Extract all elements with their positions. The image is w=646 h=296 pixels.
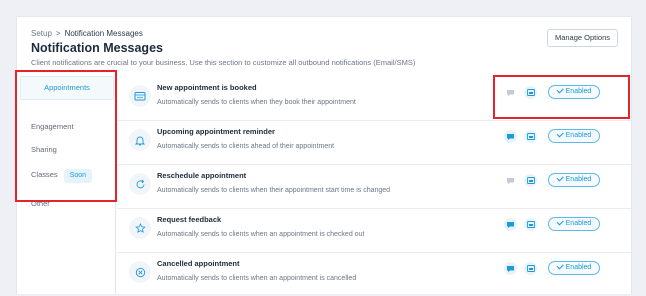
email-toggle-icon[interactable]: [524, 86, 537, 99]
email-toggle-icon[interactable]: [524, 262, 537, 275]
notification-description: Automatically sends to clients when they…: [157, 99, 356, 106]
page-title: Notification Messages: [31, 41, 163, 55]
notification-row-new-appointment[interactable]: New appointment is booked Automatically …: [117, 77, 631, 121]
notification-title: Request feedback: [157, 215, 222, 224]
refresh-icon: [129, 173, 151, 195]
sms-toggle-icon[interactable]: [504, 174, 517, 187]
breadcrumb-current: Notification Messages: [64, 29, 143, 38]
check-icon: [556, 173, 563, 181]
calendar-icon: [129, 85, 151, 107]
sidebar-item-label: Appointments: [44, 83, 90, 92]
notification-title: New appointment is booked: [157, 83, 257, 92]
enabled-toggle[interactable]: Enabled: [548, 129, 600, 143]
status-label: Enabled: [565, 132, 592, 139]
notification-row-reminder[interactable]: Upcoming appointment reminder Automatica…: [117, 121, 631, 165]
cancel-icon: [129, 261, 151, 283]
soon-badge: Soon: [63, 169, 93, 183]
notification-description: Automatically sends to clients when thei…: [157, 187, 391, 194]
notification-description: Automatically sends to clients when an a…: [157, 275, 357, 282]
sidebar-item-appointments[interactable]: Appointments: [20, 76, 114, 100]
notification-title: Reschedule appointment: [157, 171, 247, 180]
sidebar-item-other[interactable]: Other: [31, 199, 50, 208]
email-toggle-icon[interactable]: [524, 218, 537, 231]
settings-card: Setup > Notification Messages Notification…: [16, 16, 632, 294]
sidebar-item-engagement[interactable]: Engagement: [31, 122, 74, 131]
sms-toggle-icon[interactable]: [504, 130, 517, 143]
email-toggle-icon[interactable]: [524, 174, 537, 187]
bell-icon: [129, 129, 151, 151]
enabled-toggle[interactable]: Enabled: [548, 261, 600, 275]
breadcrumb-setup[interactable]: Setup: [31, 29, 52, 38]
breadcrumb-separator: >: [55, 29, 61, 38]
notification-description: Automatically sends to clients ahead of …: [157, 143, 335, 150]
notification-row-reschedule[interactable]: Reschedule appointment Automatically sen…: [117, 165, 631, 209]
sidebar-item-classes[interactable]: Classes Soon: [31, 169, 93, 183]
email-toggle-icon[interactable]: [524, 130, 537, 143]
sms-toggle-icon[interactable]: [504, 86, 517, 99]
sidebar: Appointments Engagement Sharing Classes S…: [17, 72, 116, 294]
enabled-toggle[interactable]: Enabled: [548, 217, 600, 231]
check-icon: [556, 85, 563, 93]
star-icon: [129, 217, 151, 239]
page-subtitle: Client notifications are crucial to your…: [31, 58, 416, 67]
notification-title: Upcoming appointment reminder: [157, 127, 275, 136]
notification-row-feedback[interactable]: Request feedback Automatically sends to …: [117, 209, 631, 253]
check-icon: [556, 129, 563, 137]
enabled-toggle[interactable]: Enabled: [548, 173, 600, 187]
status-label: Enabled: [565, 264, 592, 271]
enabled-toggle[interactable]: Enabled: [548, 85, 600, 99]
notification-title: Cancelled appointment: [157, 259, 240, 268]
notification-description: Automatically sends to clients when an a…: [157, 231, 365, 238]
status-label: Enabled: [565, 88, 592, 95]
sms-toggle-icon[interactable]: [504, 262, 517, 275]
notification-row-cancelled[interactable]: Cancelled appointment Automatically send…: [117, 253, 631, 296]
manage-options-button[interactable]: Manage Options: [546, 29, 618, 47]
sms-toggle-icon[interactable]: [504, 218, 517, 231]
status-label: Enabled: [565, 220, 592, 227]
sidebar-item-label: Classes: [31, 170, 58, 179]
breadcrumb: Setup > Notification Messages: [31, 29, 143, 38]
check-icon: [556, 217, 563, 225]
check-icon: [556, 261, 563, 269]
sidebar-item-sharing[interactable]: Sharing: [31, 145, 57, 154]
status-label: Enabled: [565, 176, 592, 183]
